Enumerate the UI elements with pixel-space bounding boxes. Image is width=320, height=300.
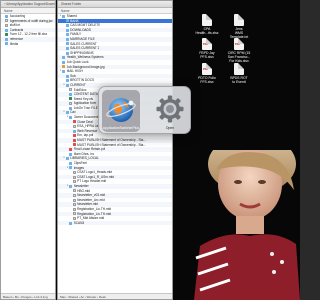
window-title: ~/Library/Application Support/Downloads <box>1 1 55 8</box>
desktop-file-icon[interactable]: PDF PDTO Folio FFS.xlsx <box>194 63 220 84</box>
pdf-icon <box>72 143 76 147</box>
pdf-icon <box>69 148 73 152</box>
app-switcher-panel: ApplicationSwitcherPlus Open <box>98 86 191 134</box>
doc-icon <box>72 170 76 174</box>
desktop-file-icon[interactable]: CPA Health...tfs.xlsx <box>194 14 220 35</box>
doc-icon <box>72 180 76 184</box>
pdf-document-icon: PDF <box>202 63 212 75</box>
folder-icon <box>65 46 69 50</box>
finder-window-left[interactable]: ~/Library/Application Support/Downloads … <box>0 0 56 300</box>
pdf-icon <box>72 134 76 138</box>
gear-app-icon <box>156 95 184 123</box>
desktop-file-icon[interactable]: Jens WMS Template.txt <box>226 14 252 39</box>
folder-icon <box>62 60 66 64</box>
folder-icon <box>65 111 69 115</box>
folder-icon <box>65 23 69 27</box>
desktop-file-label: FBPD Jay PFS.xlsx <box>199 51 215 59</box>
folder-icon <box>65 37 69 41</box>
folder-icon <box>65 74 69 78</box>
doc-icon <box>72 207 76 211</box>
app-switcher-item-active[interactable]: ApplicationSwitcherPlus <box>102 90 140 132</box>
folder-icon <box>69 221 73 225</box>
doc-icon <box>72 125 76 129</box>
doc-icon <box>69 102 73 106</box>
pdf-document-icon: PDF <box>234 38 244 50</box>
folder-icon <box>62 69 66 73</box>
row-label: SCAN3 <box>73 220 85 225</box>
doc-icon <box>72 198 76 202</box>
desktop-file-icon[interactable]: BPDS ROT to Eventt <box>226 63 252 84</box>
document-icon <box>202 14 212 26</box>
folder-icon <box>65 19 69 23</box>
folder-icon <box>5 37 9 41</box>
folder-icon <box>72 129 76 133</box>
folder-icon <box>62 14 66 18</box>
folder-icon <box>65 83 69 87</box>
folder-icon <box>62 56 66 60</box>
folder-row[interactable]: SCAN3 <box>58 220 172 226</box>
folder-row[interactable]: Media <box>1 42 55 47</box>
folder-icon <box>65 79 69 83</box>
desktop-file-icon[interactable]: PDF FBPD Jay PFS.xlsx <box>194 38 220 59</box>
doc-icon <box>72 193 76 197</box>
folder-icon <box>69 106 73 110</box>
path-bar[interactable]: Basem › Bo › Pengus › Lt-0-3.img <box>1 293 55 299</box>
pdf-icon <box>72 120 76 124</box>
doc-icon <box>72 216 76 220</box>
xlsx-icon <box>69 97 73 101</box>
folder-icon <box>69 92 73 96</box>
file-list: Accounting Agreements of outfit during.js… <box>1 14 55 46</box>
desktop-file-label: PDTO Folio FFS.xlsx <box>198 76 216 84</box>
path-bar[interactable]: Mac › Shared › Ac › Wouter › Desk <box>58 293 172 299</box>
desktop-file-label: CIRC RPM (15 San Francisc... For Kids.xl… <box>227 51 251 63</box>
folder-icon <box>65 42 69 46</box>
pdf-icon <box>72 138 76 142</box>
doc-icon <box>72 175 76 179</box>
folder-icon <box>69 184 73 188</box>
doc-icon <box>69 88 73 92</box>
folder-icon <box>69 152 73 156</box>
folder-icon <box>5 28 9 32</box>
folder-icon <box>65 157 69 161</box>
folder-icon <box>5 14 9 18</box>
desktop-wallpaper-portrait <box>194 150 300 300</box>
finder-window-right[interactable]: Shared Folder Name ▾ Shared BANK CAS MGMT D… <box>57 0 173 300</box>
row-label: JobOn Tran FILE <box>73 105 98 110</box>
desktop-file-label: CPA Health...tfs.xlsx <box>195 27 219 35</box>
folder-icon <box>69 115 73 119</box>
folder-icon <box>69 166 73 170</box>
row-label: Media <box>9 41 19 46</box>
pdf-document-icon: PDF <box>202 38 212 50</box>
doc-icon <box>72 203 76 207</box>
folder-icon <box>65 28 69 32</box>
app-switcher-label: Open <box>165 126 175 130</box>
xlsx-icon <box>5 33 9 37</box>
folder-icon <box>69 161 73 165</box>
doc-icon <box>72 189 76 193</box>
app-switcher-item[interactable]: Open <box>151 90 189 132</box>
window-title: Shared Folder <box>58 1 172 8</box>
folder-icon <box>65 33 69 37</box>
desktop-file-icon[interactable]: PDF CIRC RPM (15 San Francisc... For Kid… <box>226 38 252 63</box>
img-icon <box>62 65 66 69</box>
folder-icon <box>65 51 69 55</box>
folder-icon <box>5 42 9 46</box>
doc-icon <box>5 19 9 23</box>
doc-icon <box>5 23 9 27</box>
desktop-file-label: BPDS ROT to Eventt <box>230 76 248 84</box>
app-switcher-label: ApplicationSwitcherPlus <box>102 126 140 130</box>
doc-icon <box>72 212 76 216</box>
document-icon <box>234 63 244 75</box>
document-icon <box>234 14 244 26</box>
globe-app-icon <box>106 98 136 122</box>
